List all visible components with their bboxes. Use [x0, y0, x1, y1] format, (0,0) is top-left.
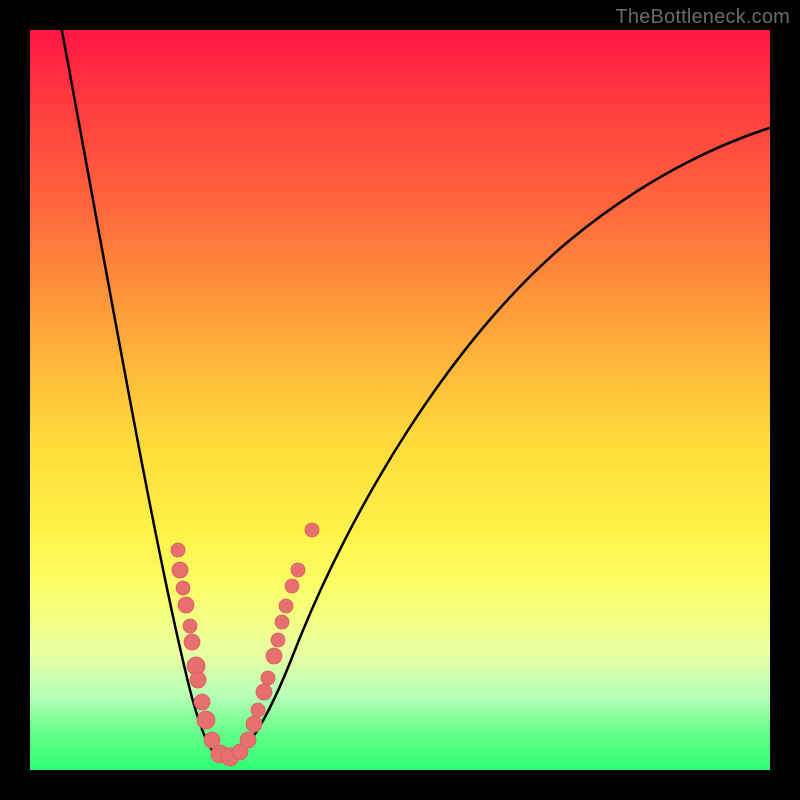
curve-left [60, 30, 225, 760]
data-dot [183, 619, 197, 633]
data-dot [176, 581, 190, 595]
data-dot [261, 671, 275, 685]
data-dot [279, 599, 293, 613]
data-dot [194, 694, 210, 710]
curve-right [225, 122, 770, 760]
data-dot [305, 523, 319, 537]
data-dot [251, 703, 265, 717]
data-dot [197, 711, 215, 729]
chart-svg [30, 30, 770, 770]
data-dot [271, 633, 285, 647]
data-dot [291, 563, 305, 577]
data-dot [171, 543, 185, 557]
data-dot [240, 732, 256, 748]
data-dot [256, 684, 272, 700]
data-dot [178, 597, 194, 613]
data-dot [246, 716, 262, 732]
data-dot [184, 634, 200, 650]
chart-frame [30, 30, 770, 770]
watermark-text: TheBottleneck.com [615, 6, 790, 29]
data-dot [275, 615, 289, 629]
data-dot [266, 648, 282, 664]
data-dot [190, 672, 206, 688]
data-dot [172, 562, 188, 578]
data-dot [285, 579, 299, 593]
